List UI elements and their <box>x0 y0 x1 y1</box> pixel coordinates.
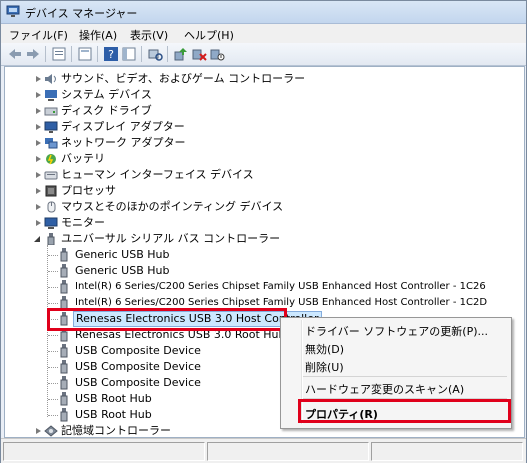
usb-device-label: Generic USB Hub <box>75 248 170 261</box>
device-manager-icon <box>6 5 20 17</box>
tree-category-label: 記憶域コントローラー <box>61 424 171 437</box>
usb-device-icon <box>60 264 68 278</box>
mouse-icon <box>47 201 56 213</box>
usb-device-icon <box>60 360 68 374</box>
processor-icon <box>45 185 57 197</box>
usb-device-icon <box>60 248 68 262</box>
help-icon[interactable]: ? <box>103 46 119 62</box>
usb-device-row[interactable]: Intel(R) 6 Series/C200 Series Chipset Fa… <box>5 279 520 295</box>
tree-category[interactable]: プロセッサ <box>5 183 520 199</box>
update-driver-icon[interactable] <box>173 46 189 62</box>
menu-bar: ファイル(F) 操作(A) 表示(V) ヘルプ(H) <box>1 24 526 43</box>
usb-device-icon <box>60 280 68 294</box>
tree-category-label: ユニバーサル シリアル バス コントローラー <box>61 232 281 245</box>
disk-icon <box>44 107 58 116</box>
usb-device-icon <box>60 408 68 422</box>
tree-category-label: モニター <box>61 216 105 229</box>
usb-device-label: Generic USB Hub <box>75 264 170 277</box>
usb-controller-icon <box>47 233 55 245</box>
expand-arrow-icon[interactable] <box>36 76 41 82</box>
tree-category-label: バッテリ <box>61 152 105 165</box>
status-cell <box>207 442 369 461</box>
system-icon <box>45 90 57 101</box>
menu-disable[interactable]: 無効(D) <box>305 341 344 357</box>
properties-view-icon[interactable] <box>51 46 67 62</box>
tree-category[interactable]: システム デバイス <box>5 87 520 103</box>
storage-icon <box>44 425 58 437</box>
usb-device-row[interactable]: Generic USB Hub <box>5 247 520 263</box>
tree-category-label: システム デバイス <box>61 88 152 101</box>
usb-device-row[interactable]: Generic USB Hub <box>5 263 520 279</box>
status-cell <box>371 442 523 461</box>
back-arrow-icon[interactable] <box>7 46 23 62</box>
tree-category[interactable]: バッテリ <box>5 151 520 167</box>
device-manager-window: デバイス マネージャー ファイル(F) 操作(A) 表示(V) ヘルプ(H) ?… <box>0 0 527 463</box>
title-bar: デバイス マネージャー <box>1 1 526 24</box>
pane-icon[interactable] <box>121 46 137 62</box>
expand-arrow-icon[interactable] <box>36 220 41 226</box>
expand-arrow-icon[interactable] <box>36 124 41 130</box>
usb-device-label: Intel(R) 6 Series/C200 Series Chipset Fa… <box>75 281 486 292</box>
tree-category[interactable]: ディスク ドライブ <box>5 103 520 119</box>
window-title: デバイス マネージャー <box>25 7 138 20</box>
status-cell <box>3 442 205 461</box>
usb-device-label: USB Composite Device <box>75 344 201 357</box>
usb-device-label: USB Composite Device <box>75 360 201 373</box>
tree-category-label: ヒューマン インターフェイス デバイス <box>61 168 254 181</box>
hid-icon <box>44 171 58 180</box>
expand-arrow-icon[interactable] <box>36 108 41 114</box>
battery-icon <box>46 154 56 165</box>
tree-category[interactable]: ヒューマン インターフェイス デバイス <box>5 167 520 183</box>
status-bar <box>1 438 526 463</box>
properties-highlight <box>298 399 511 423</box>
network-icon <box>45 138 58 149</box>
forward-arrow-icon[interactable] <box>25 46 41 62</box>
speaker-icon <box>45 74 56 84</box>
expand-arrow-icon[interactable] <box>36 156 41 162</box>
uninstall-device-icon[interactable] <box>191 46 207 62</box>
selected-device-highlight <box>47 308 287 331</box>
usb-device-icon <box>60 376 68 390</box>
svg-text:?: ? <box>108 48 114 61</box>
usb-device-label: USB Composite Device <box>75 376 201 389</box>
tree-category-label: サウンド、ビデオ、およびゲーム コントローラー <box>61 72 306 85</box>
disable-device-icon[interactable] <box>209 46 225 62</box>
expand-arrow-icon[interactable] <box>36 92 41 98</box>
tree-category[interactable]: モニター <box>5 215 520 231</box>
list-view-icon[interactable] <box>77 46 93 62</box>
tree-category-label: ディスク ドライブ <box>61 104 152 117</box>
usb-device-label: USB Root Hub <box>75 408 152 421</box>
toolbar: ? <box>1 43 526 66</box>
expand-arrow-icon[interactable] <box>36 428 41 434</box>
menu-scan-hardware[interactable]: ハードウェア変更のスキャン(A) <box>305 381 464 397</box>
collapse-arrow-icon[interactable] <box>34 236 41 243</box>
menu-file[interactable]: ファイル(F) <box>9 27 68 43</box>
usb-device-icon <box>60 344 68 358</box>
usb-device-label: USB Root Hub <box>75 392 152 405</box>
context-menu: ドライバー ソフトウェアの更新(P)... 無効(D) 削除(U) ハードウェア… <box>280 317 512 429</box>
tree-category[interactable]: ディスプレイ アダプター <box>5 119 520 135</box>
scan-hardware-icon[interactable] <box>147 46 163 62</box>
tree-category-label: ネットワーク アダプター <box>61 136 186 149</box>
tree-category[interactable]: サウンド、ビデオ、およびゲーム コントローラー <box>5 71 520 87</box>
tree-category[interactable]: ネットワーク アダプター <box>5 135 520 151</box>
tree-category-label: プロセッサ <box>61 184 116 197</box>
menu-uninstall[interactable]: 削除(U) <box>305 359 344 375</box>
usb-device-icon <box>60 392 68 406</box>
monitor-icon <box>44 217 58 229</box>
menu-action[interactable]: 操作(A) <box>79 27 117 43</box>
tree-category-usb[interactable]: ユニバーサル シリアル バス コントローラー <box>5 231 520 247</box>
expand-arrow-icon[interactable] <box>36 204 41 210</box>
tree-category[interactable]: マウスとそのほかのポインティング デバイス <box>5 199 520 215</box>
menu-help[interactable]: ヘルプ(H) <box>184 27 234 43</box>
expand-arrow-icon[interactable] <box>36 188 41 194</box>
expand-arrow-icon[interactable] <box>36 140 41 146</box>
tree-category-label: ディスプレイ アダプター <box>61 120 185 133</box>
display-icon <box>44 121 58 133</box>
expand-arrow-icon[interactable] <box>36 172 41 178</box>
menu-update-driver[interactable]: ドライバー ソフトウェアの更新(P)... <box>305 323 488 339</box>
menu-view[interactable]: 表示(V) <box>130 27 168 43</box>
tree-category-label: マウスとそのほかのポインティング デバイス <box>61 200 284 213</box>
